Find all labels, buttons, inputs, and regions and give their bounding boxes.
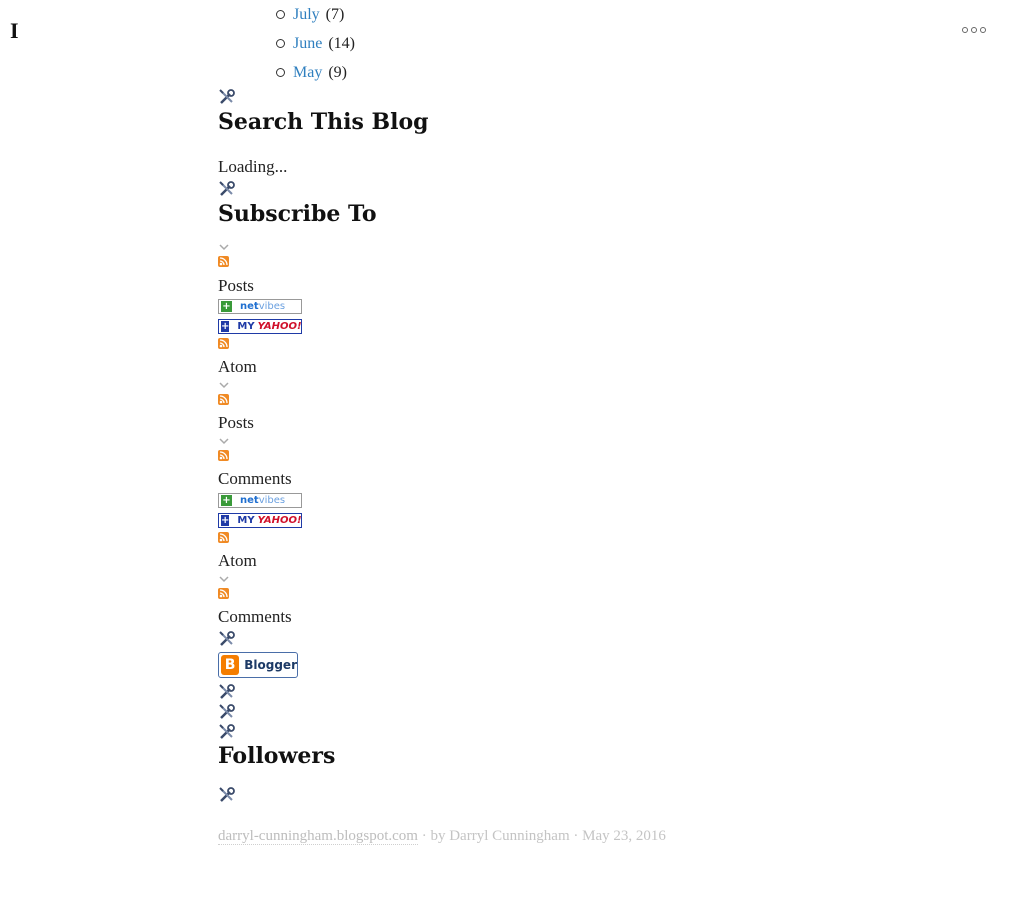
plus-icon: + [221,514,230,526]
site-link[interactable]: darryl-cunningham.blogspot.com [218,828,418,845]
edit-widget-icon[interactable] [218,703,236,721]
chevron-down-icon[interactable] [218,242,230,252]
rss-feed-icon [218,256,229,267]
netvibes-label: net [240,495,259,506]
netvibes-label: vibes [258,301,286,312]
edit-widget-icon[interactable] [218,723,236,741]
my-yahoo-add-button[interactable]: + MY YAHOO! [218,319,302,334]
comments-atom-link[interactable]: Atom [218,551,257,571]
search-widget-title: Search This Blog [218,109,429,135]
netvibes-add-button[interactable]: + net vibes [218,493,302,508]
blogger-button[interactable]: B Blogger [218,652,298,678]
archive-item: July (7) [276,0,355,29]
posts-label: Posts [218,413,254,432]
blogger-button-label: Blogger [244,658,297,672]
chevron-down-icon[interactable] [218,574,230,584]
rss-feed-icon [218,394,229,405]
netvibes-label: net [240,301,259,312]
archive-link-july[interactable]: July [293,6,320,24]
edit-widget-icon[interactable] [218,630,236,648]
my-yahoo-label: YAHOO! [257,321,302,332]
plus-icon: + [221,320,230,332]
post-footer: darryl-cunningham.blogspot.com · by Darr… [218,828,666,845]
rss-feed-icon [218,338,229,349]
more-options-button[interactable] [962,27,986,33]
edit-widget-icon[interactable] [218,180,236,198]
bullet-icon [276,10,285,19]
archive-link-may[interactable]: May [293,64,322,82]
my-yahoo-label: MY [237,321,255,332]
menu-dot [971,27,977,33]
footer-byline: · by Darryl Cunningham · May 23, 2016 [417,828,666,844]
archive-link-june[interactable]: June [293,35,322,53]
rss-feed-icon [218,588,229,599]
archive-count: (7) [325,5,345,23]
comments-label: Comments [218,607,292,626]
bullet-icon [276,68,285,77]
archive-item: June (14) [276,29,355,58]
edit-widget-icon[interactable] [218,88,236,106]
netvibes-add-button[interactable]: + net vibes [218,299,302,314]
chevron-down-icon[interactable] [218,436,230,446]
rss-feed-icon [218,450,229,461]
posts-atom-link[interactable]: Atom [218,357,257,377]
blogger-logo-icon: B [221,655,240,675]
rss-feed-icon [218,532,229,543]
bullet-icon [276,39,285,48]
chevron-down-icon[interactable] [218,380,230,390]
my-yahoo-label: YAHOO! [257,515,302,526]
plus-icon: + [221,494,232,506]
edit-widget-icon[interactable] [218,683,236,701]
menu-dot [980,27,986,33]
posts-label: Posts [218,276,254,295]
netvibes-label: vibes [258,495,286,506]
archive-count: (9) [328,63,347,81]
archive-item: May (9) [276,58,355,87]
corner-letter: I [10,18,19,43]
my-yahoo-add-button[interactable]: + MY YAHOO! [218,513,302,528]
plus-icon: + [221,300,232,312]
archive-month-list: July (7) June (14) May (9) [276,0,355,87]
my-yahoo-label: MY [237,515,255,526]
followers-widget-title: Followers [218,743,336,769]
archive-count: (14) [328,34,355,52]
comments-label: Comments [218,469,292,488]
subscribe-widget-title: Subscribe To [218,201,377,227]
search-loading-text: Loading... [218,157,288,176]
menu-dot [962,27,968,33]
edit-widget-icon[interactable] [218,786,236,804]
